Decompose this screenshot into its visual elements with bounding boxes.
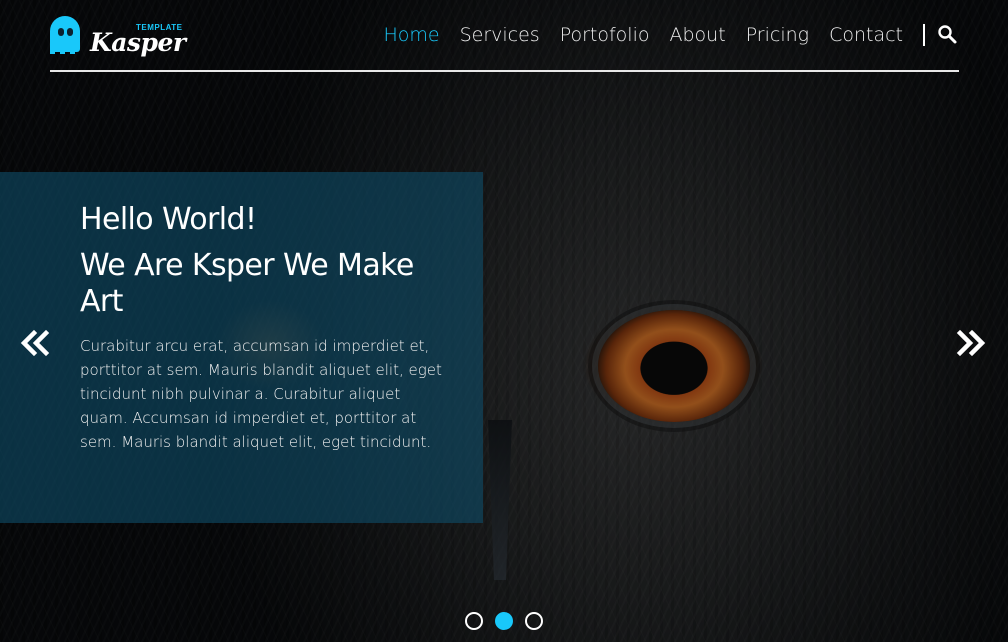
slider-bullets: [465, 612, 543, 630]
nav-link-contact[interactable]: Contact: [829, 24, 903, 46]
double-chevron-right-icon[interactable]: [954, 326, 988, 360]
hero-section: TEMPLATE Kasper Home Services Portofolio…: [0, 0, 1008, 642]
hero-heading-main: We Are Ksper We Make Art: [80, 248, 414, 319]
slider-bullet-3[interactable]: [525, 612, 543, 630]
nav-link-pricing[interactable]: Pricing: [746, 24, 809, 46]
nav-link-home[interactable]: Home: [383, 24, 439, 46]
search-icon[interactable]: [937, 24, 959, 46]
hero-paragraph: Curabitur arcu erat, accumsan id imperdi…: [80, 337, 442, 451]
slider-bullet-2[interactable]: [495, 612, 513, 630]
nav-link-portofolio[interactable]: Portofolio: [560, 24, 650, 46]
main-nav: Home Services Portofolio About Pricing C…: [363, 20, 959, 50]
ghost-icon: [50, 16, 80, 54]
logo[interactable]: TEMPLATE Kasper: [50, 14, 190, 57]
hero-text-panel: Hello World! We Are Ksper We Make Art Cu…: [0, 172, 483, 523]
nav-link-about[interactable]: About: [670, 24, 726, 46]
hero-heading-hello: Hello World!: [80, 202, 257, 237]
slider-bullet-1[interactable]: [465, 612, 483, 630]
site-header: TEMPLATE Kasper Home Services Portofolio…: [50, 0, 959, 72]
double-chevron-left-icon[interactable]: [18, 326, 52, 360]
nav-link-services[interactable]: Services: [460, 24, 540, 46]
nav-divider: [923, 24, 925, 46]
logo-name: Kasper: [90, 28, 186, 57]
